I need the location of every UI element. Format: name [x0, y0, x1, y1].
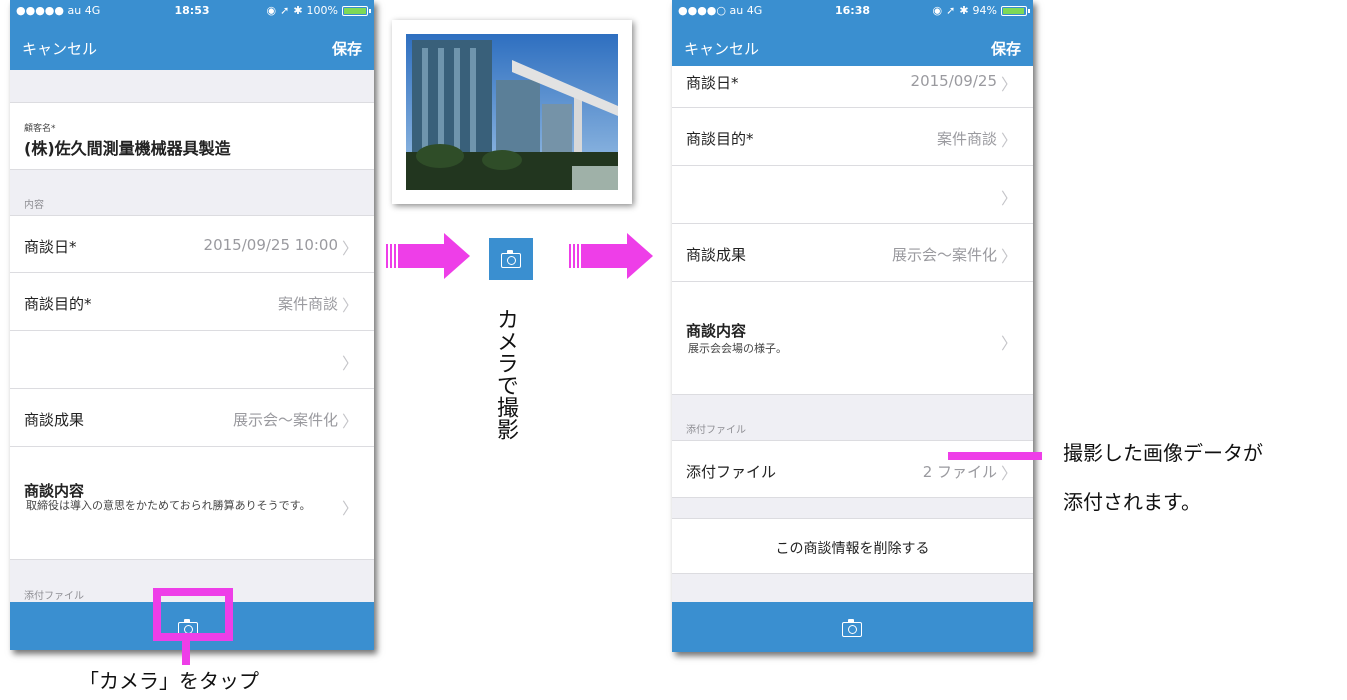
- meeting-purpose-value: 案件商談: [936, 130, 997, 148]
- attachment-row[interactable]: 添付ファイル 2 ファイル 〉: [672, 440, 1033, 498]
- meeting-result-value: 展示会～案件化: [891, 246, 997, 264]
- cancel-button[interactable]: キャンセル: [684, 38, 759, 59]
- meeting-date-label: 商談日*: [686, 74, 739, 92]
- battery-icon: [1001, 5, 1030, 16]
- camera-highlight-box: [153, 588, 233, 641]
- status-bar: ●●●●● au 4G 18:53 ◉ ➚ ✱ 100%: [10, 0, 374, 22]
- battery-percent: 100%: [306, 4, 338, 17]
- meeting-result-value: 展示会～案件化: [232, 411, 338, 429]
- customer-label: 顧客名*: [24, 124, 56, 134]
- customer-row[interactable]: 顧客名* (株)佐久間測量機械器具製造: [10, 102, 374, 170]
- attached-caption-line2: 添付されます。: [1063, 490, 1201, 514]
- arrow-right-icon: [569, 233, 653, 279]
- meeting-date-row[interactable]: 商談日* 2015/09/25 10:00 〉: [10, 215, 374, 273]
- meeting-purpose-row[interactable]: 商談目的* 案件商談 〉: [672, 108, 1033, 166]
- captured-photo: [392, 20, 632, 204]
- chevron-right-icon: 〉: [341, 354, 358, 373]
- bluetooth-icon: ✱: [293, 4, 303, 17]
- battery-percent: 94%: [972, 4, 997, 17]
- meeting-memo-label: 商談内容: [24, 482, 85, 500]
- arrow-right-icon: [386, 233, 470, 279]
- empty-row[interactable]: 〉: [10, 331, 374, 389]
- chevron-right-icon: 〉: [341, 412, 358, 431]
- meeting-date-value: 2015/09/25 10:00: [203, 236, 338, 254]
- phone-screen-before: ●●●●● au 4G 18:53 ◉ ➚ ✱ 100% キャンセル 保存 顧客…: [10, 0, 374, 650]
- chevron-right-icon: 〉: [1000, 464, 1017, 483]
- cancel-button[interactable]: キャンセル: [22, 38, 97, 59]
- location-icon: ➚: [946, 4, 956, 17]
- meeting-memo-label: 商談内容: [686, 322, 747, 340]
- save-button[interactable]: 保存: [332, 38, 362, 59]
- chevron-right-icon: 〉: [1000, 247, 1017, 266]
- chevron-right-icon: 〉: [1000, 75, 1017, 94]
- meeting-memo-row[interactable]: 商談内容 展示会会場の様子。 〉: [672, 282, 1033, 395]
- empty-row[interactable]: 〉: [672, 166, 1033, 224]
- meeting-date-row[interactable]: 商談日* 2015/09/25 〉: [672, 66, 1033, 108]
- nav-bar: キャンセル 保存: [10, 22, 374, 70]
- meeting-memo-text: 取締役は導入の意思をかためておられ勝算ありそうです。: [26, 499, 311, 512]
- attachment-label: 添付ファイル: [686, 463, 777, 481]
- meeting-result-row[interactable]: 商談成果 展示会～案件化 〉: [672, 224, 1033, 282]
- meeting-memo-text: 展示会会場の様子。: [688, 342, 787, 355]
- meeting-purpose-value: 案件商談: [277, 295, 338, 313]
- section-header-attachments: 添付ファイル: [24, 591, 84, 602]
- meeting-result-row[interactable]: 商談成果 展示会～案件化 〉: [10, 389, 374, 447]
- alarm-icon: ◉: [932, 4, 943, 17]
- nav-bar: キャンセル 保存: [672, 22, 1033, 66]
- chevron-right-icon: 〉: [1000, 131, 1017, 150]
- section-header-attachments: 添付ファイル: [686, 425, 746, 436]
- chevron-right-icon: 〉: [341, 296, 358, 315]
- shoot-caption: カメラで撮影: [493, 308, 518, 440]
- callout-line: [948, 452, 1042, 460]
- customer-name: (株)佐久間測量機械器具製造: [24, 139, 231, 158]
- attachment-count: 2 ファイル: [922, 463, 997, 481]
- camera-icon: [501, 250, 521, 268]
- callout-line: [182, 641, 190, 665]
- meeting-result-label: 商談成果: [686, 246, 747, 264]
- camera-tile: [489, 238, 533, 280]
- meeting-purpose-label: 商談目的*: [24, 295, 92, 313]
- meeting-date-label: 商談日*: [24, 238, 77, 256]
- attached-caption-line1: 撮影した画像データが: [1063, 441, 1263, 465]
- bluetooth-icon: ✱: [959, 4, 969, 17]
- tap-camera-caption: 「カメラ」をタップ: [79, 669, 259, 693]
- chevron-right-icon: 〉: [1000, 189, 1017, 208]
- save-button[interactable]: 保存: [991, 38, 1021, 59]
- section-header-content: 内容: [24, 200, 44, 211]
- battery-icon: [342, 5, 371, 16]
- bottom-toolbar: [672, 602, 1033, 652]
- chevron-right-icon: 〉: [341, 499, 358, 518]
- meeting-purpose-label: 商談目的*: [686, 130, 754, 148]
- delete-button-label: この商談情報を削除する: [775, 541, 930, 557]
- phone-screen-after: ●●●●○ au 4G 16:38 ◉ ➚ ✱ 94% キャンセル 保存 商談日…: [672, 0, 1033, 652]
- meeting-date-value: 2015/09/25: [910, 72, 997, 90]
- status-bar: ●●●●○ au 4G 16:38 ◉ ➚ ✱ 94%: [672, 0, 1033, 22]
- delete-button[interactable]: この商談情報を削除する: [672, 518, 1033, 574]
- meeting-memo-row[interactable]: 商談内容 取締役は導入の意思をかためておられ勝算ありそうです。 〉: [10, 447, 374, 560]
- chevron-right-icon: 〉: [1000, 334, 1017, 353]
- meeting-result-label: 商談成果: [24, 411, 85, 429]
- alarm-icon: ◉: [266, 4, 277, 17]
- location-icon: ➚: [280, 4, 290, 17]
- building-photo-image: [406, 34, 618, 190]
- meeting-purpose-row[interactable]: 商談目的* 案件商談 〉: [10, 273, 374, 331]
- camera-icon[interactable]: [842, 619, 862, 637]
- chevron-right-icon: 〉: [341, 239, 358, 258]
